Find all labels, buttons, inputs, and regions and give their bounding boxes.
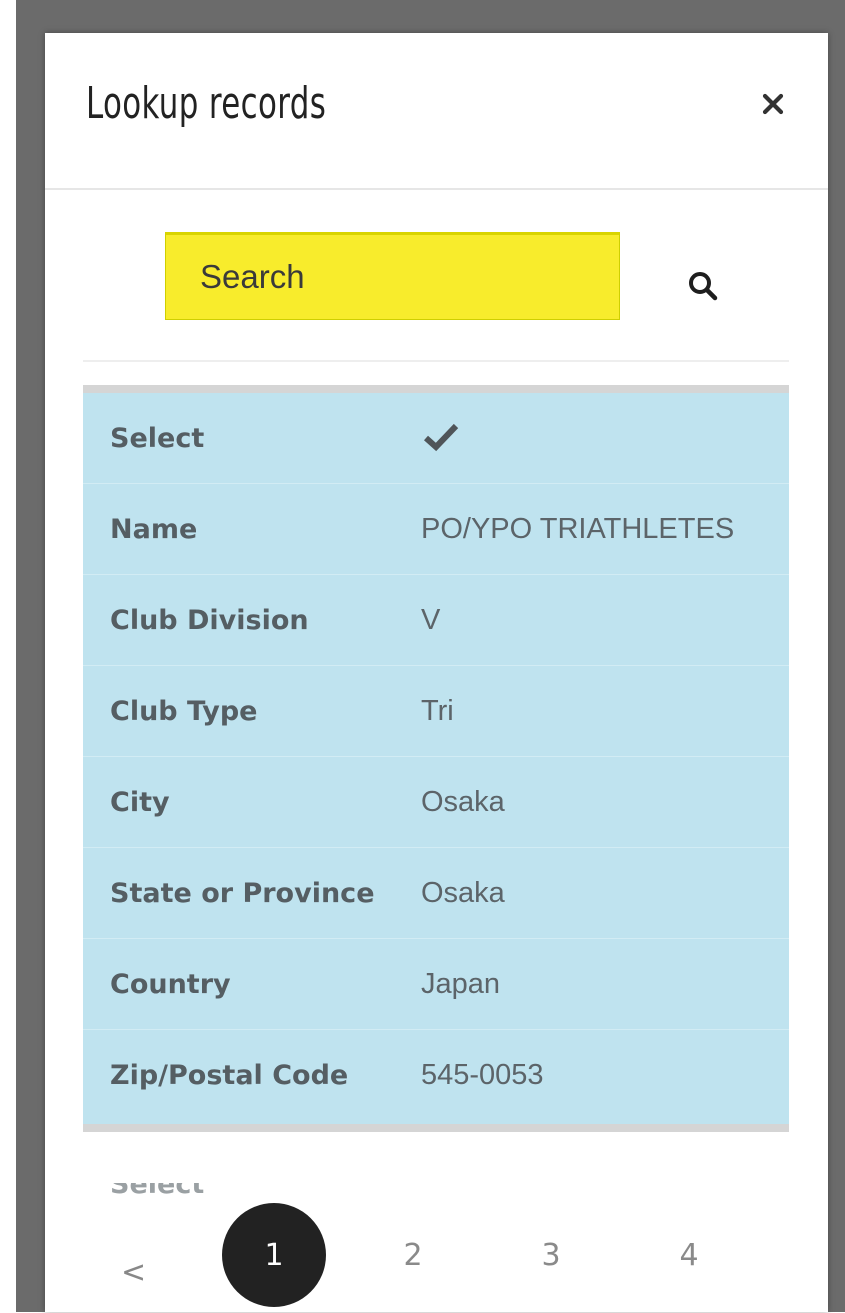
next-record-partial: Select bbox=[110, 1183, 310, 1203]
search-bar bbox=[45, 190, 828, 360]
record-row-state: State or Province Osaka bbox=[83, 848, 789, 939]
field-label: State or Province bbox=[110, 878, 375, 909]
page-1-button[interactable]: 1 bbox=[222, 1203, 326, 1307]
record-row-city: City Osaka bbox=[83, 757, 789, 848]
record-card: Select Name PO/YPO TRIATHLETES Club Divi… bbox=[83, 385, 789, 1132]
field-label: Club Division bbox=[110, 605, 309, 636]
pagination: < 1 2 3 4 bbox=[45, 1203, 828, 1313]
field-value: V bbox=[421, 604, 441, 636]
field-label: City bbox=[110, 787, 170, 818]
select-label: Select bbox=[110, 423, 205, 454]
record-row-name: Name PO/YPO TRIATHLETES bbox=[83, 484, 789, 575]
field-value: Japan bbox=[421, 968, 501, 1000]
previous-page-button[interactable]: < bbox=[121, 1255, 146, 1290]
checkmark-icon[interactable] bbox=[423, 422, 459, 452]
dialog-header: Lookup records bbox=[45, 33, 828, 190]
divider bbox=[83, 360, 789, 362]
search-icon bbox=[689, 272, 718, 301]
field-label: Club Type bbox=[110, 696, 258, 727]
field-value: Osaka bbox=[421, 877, 505, 909]
page-2-button[interactable]: 2 bbox=[361, 1203, 465, 1307]
field-label: Name bbox=[110, 514, 198, 545]
field-label: Zip/Postal Code bbox=[110, 1060, 349, 1091]
next-record-select-label: Select bbox=[110, 1183, 205, 1200]
field-value: PO/YPO TRIATHLETES bbox=[421, 513, 735, 545]
page-4-button[interactable]: 4 bbox=[637, 1203, 741, 1307]
lookup-records-dialog: Lookup records Select Name PO/YPO TRIATH… bbox=[45, 33, 828, 1312]
field-value: Osaka bbox=[421, 786, 505, 818]
field-value: Tri bbox=[421, 695, 454, 727]
dialog-title: Lookup records bbox=[86, 78, 327, 129]
search-button[interactable] bbox=[681, 264, 725, 308]
record-row-club-division: Club Division V bbox=[83, 575, 789, 666]
field-label: Country bbox=[110, 969, 231, 1000]
record-row-select: Select bbox=[83, 393, 789, 484]
record-row-zip: Zip/Postal Code 545-0053 bbox=[83, 1030, 789, 1121]
record-row-country: Country Japan bbox=[83, 939, 789, 1030]
close-icon bbox=[762, 93, 784, 115]
search-input[interactable] bbox=[165, 232, 620, 320]
record-row-club-type: Club Type Tri bbox=[83, 666, 789, 757]
page-3-button[interactable]: 3 bbox=[499, 1203, 603, 1307]
field-value: 545-0053 bbox=[421, 1059, 544, 1091]
close-button[interactable] bbox=[757, 88, 789, 120]
